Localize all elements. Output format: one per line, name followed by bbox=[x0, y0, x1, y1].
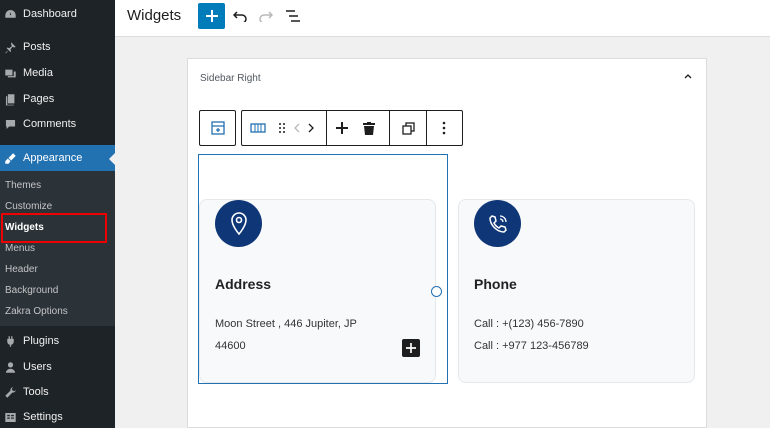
submenu-menus[interactable]: Menus bbox=[5, 241, 35, 257]
page-title: Widgets bbox=[127, 7, 182, 24]
sidebar-item-dashboard[interactable]: Dashboard bbox=[0, 1, 115, 27]
duplicate-block-button[interactable] bbox=[390, 111, 426, 145]
pin-icon bbox=[4, 41, 17, 54]
submenu-zakra-options[interactable]: Zakra Options bbox=[5, 304, 68, 320]
sidebar-item-plugins[interactable]: Plugins bbox=[0, 328, 115, 354]
undo-button[interactable] bbox=[229, 5, 251, 27]
block-inserter-button[interactable] bbox=[198, 3, 225, 29]
chevron-up-icon[interactable] bbox=[683, 72, 693, 82]
sidebar-item-label: Users bbox=[23, 361, 52, 373]
widgets-highlight-box bbox=[1, 213, 107, 243]
widget-area-title: Sidebar Right bbox=[200, 73, 261, 84]
phone-card[interactable]: Phone Call : +(123) 456-7890 Call : +977… bbox=[458, 199, 695, 383]
card-title: Phone bbox=[474, 276, 517, 292]
chevron-right-icon bbox=[308, 123, 314, 133]
comment-icon bbox=[4, 118, 17, 131]
move-right-button[interactable] bbox=[304, 111, 318, 145]
delete-block-button[interactable] bbox=[357, 111, 381, 145]
add-block-button[interactable] bbox=[327, 111, 357, 145]
redo-button[interactable] bbox=[255, 5, 277, 27]
sidebar-item-label: Dashboard bbox=[23, 8, 77, 20]
sidebar-item-label: Plugins bbox=[23, 335, 60, 347]
submenu-background[interactable]: Background bbox=[5, 283, 58, 299]
dashboard-icon bbox=[4, 8, 17, 21]
card-text: 44600 bbox=[215, 340, 246, 352]
wrench-icon bbox=[4, 386, 17, 399]
block-toolbar bbox=[241, 110, 463, 146]
plus-icon bbox=[336, 122, 348, 134]
sidebar-item-users[interactable]: Users bbox=[0, 354, 115, 380]
sidebar-item-posts[interactable]: Posts bbox=[0, 34, 115, 60]
drag-handle-icon bbox=[279, 123, 285, 133]
submenu-themes[interactable]: Themes bbox=[5, 178, 41, 194]
undo-icon bbox=[233, 11, 247, 22]
sidebar-item-label: Settings bbox=[23, 411, 63, 423]
editor-header: Widgets bbox=[115, 0, 770, 37]
sidebar-item-label: Tools bbox=[23, 386, 49, 398]
location-pin-icon bbox=[215, 200, 262, 247]
column-resize-handle[interactable] bbox=[431, 286, 442, 297]
move-left-button[interactable] bbox=[290, 111, 304, 145]
sidebar-item-appearance[interactable]: Appearance bbox=[0, 145, 115, 171]
phone-icon bbox=[474, 200, 521, 247]
card-title: Address bbox=[215, 276, 272, 292]
submenu-header[interactable]: Header bbox=[5, 262, 38, 278]
columns-block-icon bbox=[210, 121, 225, 135]
plugin-icon bbox=[4, 335, 17, 348]
brush-icon bbox=[4, 152, 17, 165]
chevron-left-icon bbox=[294, 123, 300, 133]
admin-sidebar: Dashboard Posts Media Pages Comments App… bbox=[0, 0, 115, 428]
address-card[interactable]: Address Moon Street , 446 Jupiter, JP 44… bbox=[199, 199, 436, 383]
sidebar-item-label: Pages bbox=[23, 93, 55, 105]
list-view-icon bbox=[286, 10, 300, 22]
sidebar-item-label: Comments bbox=[23, 118, 77, 130]
sidebar-item-media[interactable]: Media bbox=[0, 60, 115, 86]
settings-icon bbox=[4, 411, 17, 424]
active-menu-arrow bbox=[109, 153, 115, 165]
more-vertical-icon bbox=[442, 121, 446, 135]
plus-icon bbox=[406, 343, 416, 353]
more-options-button[interactable] bbox=[427, 111, 461, 145]
drag-handle[interactable] bbox=[274, 111, 290, 145]
sidebar-item-label: Appearance bbox=[23, 152, 83, 164]
sidebar-item-label: Posts bbox=[23, 41, 51, 53]
card-text: Call : +(123) 456-7890 bbox=[474, 318, 584, 330]
block-parent-selector[interactable] bbox=[199, 110, 236, 146]
sidebar-item-settings[interactable]: Settings bbox=[0, 404, 115, 428]
sidebar-item-label: Media bbox=[23, 67, 53, 79]
column-block-icon bbox=[250, 123, 266, 133]
media-icon bbox=[4, 67, 17, 80]
redo-icon bbox=[259, 11, 273, 22]
inline-add-block-button[interactable] bbox=[402, 339, 420, 357]
sidebar-item-tools[interactable]: Tools bbox=[0, 379, 115, 405]
list-view-button[interactable] bbox=[282, 5, 304, 27]
card-text: Moon Street , 446 Jupiter, JP bbox=[215, 318, 357, 330]
card-text: Call : +977 123-456789 bbox=[474, 340, 589, 352]
pages-icon bbox=[4, 93, 17, 106]
sidebar-item-pages[interactable]: Pages bbox=[0, 86, 115, 112]
plus-icon bbox=[205, 10, 218, 22]
duplicate-icon bbox=[401, 121, 415, 135]
block-type-button[interactable] bbox=[242, 111, 274, 145]
trash-icon bbox=[363, 121, 375, 135]
user-icon bbox=[4, 361, 17, 374]
sidebar-item-comments[interactable]: Comments bbox=[0, 111, 115, 137]
